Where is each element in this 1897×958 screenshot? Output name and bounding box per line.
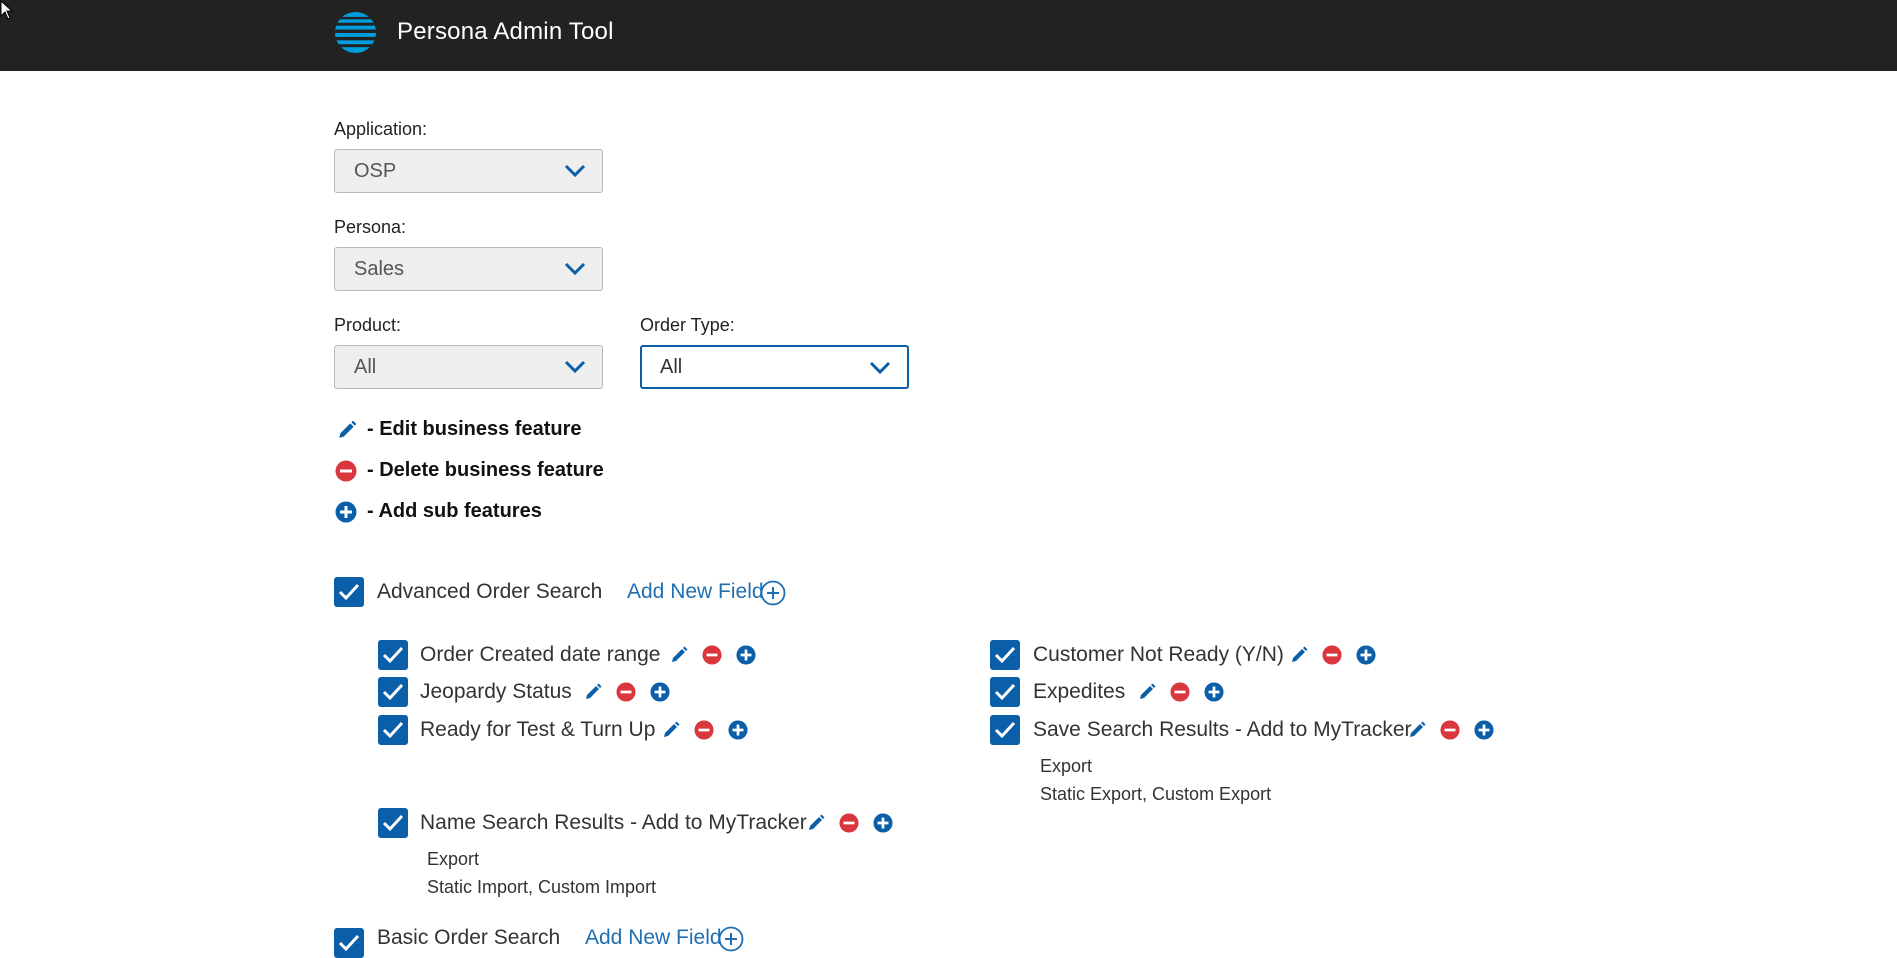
- persona-select[interactable]: Sales: [334, 247, 603, 291]
- product-label: Product:: [334, 315, 402, 335]
- att-globe-logo: [334, 11, 377, 54]
- application-label: Application:: [334, 119, 428, 139]
- top-bar: Persona Admin Tool: [0, 0, 1897, 71]
- checkmark-icon: [994, 646, 1016, 664]
- app-title: Persona Admin Tool: [397, 18, 614, 45]
- checkmark-icon: [338, 583, 360, 601]
- feature-label: Ready for Test & Turn Up: [420, 718, 656, 741]
- add-plus-icon[interactable]: [1356, 645, 1376, 665]
- add-circle-outline-icon[interactable]: [718, 926, 744, 952]
- feature-checkbox[interactable]: [378, 640, 408, 670]
- delete-minus-icon[interactable]: [616, 682, 636, 702]
- sub-feature-title: Export: [427, 849, 480, 869]
- add-new-field-link[interactable]: Add New Field: [627, 580, 764, 604]
- edit-pencil-icon[interactable]: [1289, 645, 1309, 665]
- add-plus-icon[interactable]: [1474, 720, 1494, 740]
- chevron-down-icon: [564, 164, 586, 178]
- basic-order-search-checkbox[interactable]: [334, 928, 364, 958]
- mouse-cursor-icon: [0, 0, 14, 20]
- add-plus-icon[interactable]: [1204, 682, 1224, 702]
- add-plus-icon[interactable]: [728, 720, 748, 740]
- order-type-select-value: All: [660, 356, 683, 378]
- legend-delete-text: - Delete business feature: [367, 459, 604, 481]
- checkmark-icon: [382, 646, 404, 664]
- feature-checkbox[interactable]: [990, 715, 1020, 745]
- product-select[interactable]: All: [334, 345, 603, 389]
- feature-checkbox[interactable]: [378, 715, 408, 745]
- order-type-select[interactable]: All: [640, 345, 909, 389]
- feature-label: Save Search Results - Add to MyTracker: [1033, 718, 1412, 741]
- persona-select-value: Sales: [354, 258, 405, 280]
- application-select[interactable]: OSP: [334, 149, 603, 193]
- plus-circle-icon: [335, 501, 357, 523]
- feature-checkbox[interactable]: [990, 677, 1020, 707]
- add-circle-outline-icon[interactable]: [760, 580, 786, 606]
- edit-pencil-icon[interactable]: [669, 645, 689, 665]
- legend-add-text: - Add sub features: [367, 500, 542, 522]
- add-plus-icon[interactable]: [873, 813, 893, 833]
- feature-label: Order Created date range: [420, 643, 661, 666]
- feature-checkbox[interactable]: [378, 677, 408, 707]
- advanced-order-search-checkbox[interactable]: [334, 577, 364, 607]
- feature-label: Customer Not Ready (Y/N): [1033, 643, 1284, 666]
- persona-label: Persona:: [334, 217, 407, 237]
- edit-pencil-icon[interactable]: [1407, 720, 1427, 740]
- checkmark-icon: [338, 934, 360, 952]
- feature-label: Jeopardy Status: [420, 680, 572, 703]
- edit-pencil-icon[interactable]: [661, 720, 681, 740]
- add-plus-icon[interactable]: [650, 682, 670, 702]
- product-select-value: All: [354, 356, 377, 378]
- checkmark-icon: [994, 721, 1016, 739]
- sub-feature-title: Export: [1040, 756, 1093, 776]
- delete-minus-icon[interactable]: [702, 645, 722, 665]
- delete-minus-icon[interactable]: [1440, 720, 1460, 740]
- checkmark-icon: [382, 683, 404, 701]
- checkmark-icon: [382, 814, 404, 832]
- delete-minus-icon[interactable]: [1170, 682, 1190, 702]
- add-new-field-link[interactable]: Add New Field: [585, 926, 722, 950]
- delete-minus-icon[interactable]: [839, 813, 859, 833]
- application-select-value: OSP: [354, 160, 397, 182]
- chevron-down-icon: [564, 262, 586, 276]
- chevron-down-icon: [564, 360, 586, 374]
- delete-minus-icon[interactable]: [1322, 645, 1342, 665]
- legend-edit-text: - Edit business feature: [367, 418, 582, 440]
- feature-checkbox[interactable]: [990, 640, 1020, 670]
- feature-checkbox[interactable]: [378, 808, 408, 838]
- chevron-down-icon: [869, 361, 891, 375]
- edit-pencil-icon[interactable]: [806, 813, 826, 833]
- delete-minus-icon[interactable]: [694, 720, 714, 740]
- checkmark-icon: [994, 683, 1016, 701]
- checkmark-icon: [382, 721, 404, 739]
- sub-feature-values: Static Import, Custom Import: [427, 877, 657, 897]
- feature-label: Name Search Results - Add to MyTracker: [420, 811, 807, 834]
- edit-pencil-icon[interactable]: [1137, 682, 1157, 702]
- order-type-label: Order Type:: [640, 315, 735, 335]
- pencil-icon: [339, 420, 357, 438]
- minus-circle-icon: [335, 460, 357, 482]
- basic-order-search-label: Basic Order Search: [377, 926, 561, 949]
- edit-pencil-icon[interactable]: [583, 682, 603, 702]
- sub-feature-values: Static Export, Custom Export: [1040, 784, 1272, 804]
- feature-label: Expedites: [1033, 680, 1126, 703]
- advanced-order-search-label: Advanced Order Search: [377, 580, 603, 603]
- add-plus-icon[interactable]: [736, 645, 756, 665]
